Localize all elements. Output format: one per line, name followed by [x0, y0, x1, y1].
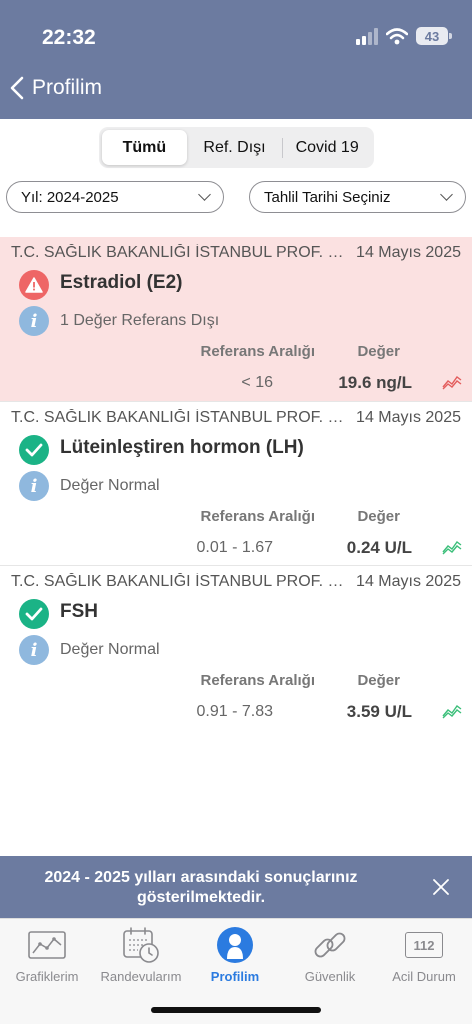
- value-header: Değer: [357, 343, 400, 360]
- tab-grafiklerim[interactable]: Grafiklerim: [0, 925, 94, 984]
- checkmark-icon: [19, 435, 49, 465]
- info-icon: i: [19, 635, 49, 665]
- info-icon: i: [19, 471, 49, 501]
- top-header: 22:32 43 Profilim: [0, 0, 472, 119]
- result-info: 1 Değer Referans Dışı: [60, 312, 220, 329]
- calendar-clock-icon: [121, 925, 161, 965]
- hospital-name: T.C. SAĞLIK BAKANLIĞI İSTANBUL PROF. D..…: [11, 244, 346, 261]
- battery-icon: 43: [416, 27, 452, 45]
- result-info: Değer Normal: [60, 477, 160, 494]
- trend-chart-icon[interactable]: [442, 539, 462, 555]
- tab-acil-durum[interactable]: 112 Acil Durum: [377, 925, 471, 984]
- tab-label: Grafiklerim: [15, 969, 79, 984]
- tab-label: Güvenlik: [304, 969, 356, 984]
- ref-range-header: Referans Aralığı: [200, 343, 316, 360]
- ref-range-header: Referans Aralığı: [200, 508, 316, 525]
- value-header: Değer: [357, 508, 400, 525]
- ref-range: 0.91 - 7.83: [196, 703, 274, 720]
- date-dropdown-value: Tahlil Tarihi Seçiniz: [264, 188, 391, 206]
- test-name: Estradiol (E2): [60, 272, 183, 293]
- year-dropdown-value: Yıl: 2024-2025: [21, 188, 119, 206]
- page-title: Profilim: [32, 76, 103, 99]
- warning-icon: [19, 270, 49, 300]
- status-icons: 43: [356, 27, 452, 45]
- filter-segment-control: Tümü Ref. Dışı Covid 19: [99, 127, 374, 168]
- banner-text: 2024 - 2025 yılları arasındaki sonuçları…: [44, 869, 358, 906]
- chart-icon: [27, 925, 67, 965]
- checkmark-icon: [19, 599, 49, 629]
- result-card[interactable]: T.C. SAĞLIK BAKANLIĞI İSTANBUL PROF. D..…: [0, 237, 472, 402]
- ref-range: 0.01 - 1.67: [196, 539, 274, 556]
- result-value: 19.6 ng/L: [338, 373, 412, 392]
- tab-label: Randevularım: [100, 969, 182, 984]
- result-info: Değer Normal: [60, 641, 160, 658]
- chevron-down-icon: [440, 188, 453, 201]
- result-card[interactable]: T.C. SAĞLIK BAKANLIĞI İSTANBUL PROF. D..…: [0, 566, 472, 730]
- tab-randevularim[interactable]: Randevularım: [94, 925, 188, 984]
- status-time: 22:32: [42, 26, 96, 49]
- cellular-signal-icon: [356, 27, 378, 45]
- year-dropdown[interactable]: Yıl: 2024-2025: [6, 181, 224, 213]
- result-value: 3.59 U/L: [346, 702, 412, 721]
- trend-chart-icon[interactable]: [442, 374, 462, 390]
- tab-label: Acil Durum: [392, 969, 456, 984]
- trend-chart-icon[interactable]: [442, 703, 462, 719]
- segment-out-of-range[interactable]: Ref. Dışı: [187, 130, 283, 165]
- ref-range-header: Referans Aralığı: [200, 672, 316, 689]
- segment-covid[interactable]: Covid 19: [283, 130, 371, 165]
- hospital-name: T.C. SAĞLIK BAKANLIĞI İSTANBUL PROF. D..…: [11, 573, 346, 590]
- value-header: Değer: [357, 672, 400, 689]
- tab-profilim[interactable]: Profilim: [188, 925, 282, 984]
- chevron-left-icon: [10, 76, 24, 100]
- result-value: 0.24 U/L: [346, 538, 412, 557]
- result-date: 14 Mayıs 2025: [356, 409, 461, 426]
- tab-guvenlik[interactable]: Güvenlik: [283, 925, 377, 984]
- date-dropdown[interactable]: Tahlil Tarihi Seçiniz: [249, 181, 466, 213]
- info-banner: 2024 - 2025 yılları arasındaki sonuçları…: [0, 856, 472, 918]
- chevron-down-icon: [198, 188, 211, 201]
- segment-all[interactable]: Tümü: [102, 130, 187, 165]
- result-date: 14 Mayıs 2025: [356, 573, 461, 590]
- result-card[interactable]: T.C. SAĞLIK BAKANLIĞI İSTANBUL PROF. D..…: [0, 402, 472, 566]
- emergency-112-icon: 112: [404, 925, 444, 965]
- close-icon[interactable]: [432, 878, 450, 896]
- test-name: FSH: [60, 601, 98, 622]
- tab-label: Profilim: [210, 969, 260, 984]
- person-icon: [215, 925, 255, 965]
- home-indicator: [151, 1007, 321, 1013]
- hospital-name: T.C. SAĞLIK BAKANLIĞI İSTANBUL PROF. D..…: [11, 409, 346, 426]
- wifi-icon: [386, 27, 408, 44]
- ref-range: < 16: [241, 374, 273, 391]
- back-button[interactable]: Profilim: [10, 76, 102, 100]
- test-name: Lüteinleştiren hormon (LH): [60, 437, 304, 458]
- result-date: 14 Mayıs 2025: [356, 244, 461, 261]
- link-icon: [310, 925, 350, 965]
- info-icon: i: [19, 306, 49, 336]
